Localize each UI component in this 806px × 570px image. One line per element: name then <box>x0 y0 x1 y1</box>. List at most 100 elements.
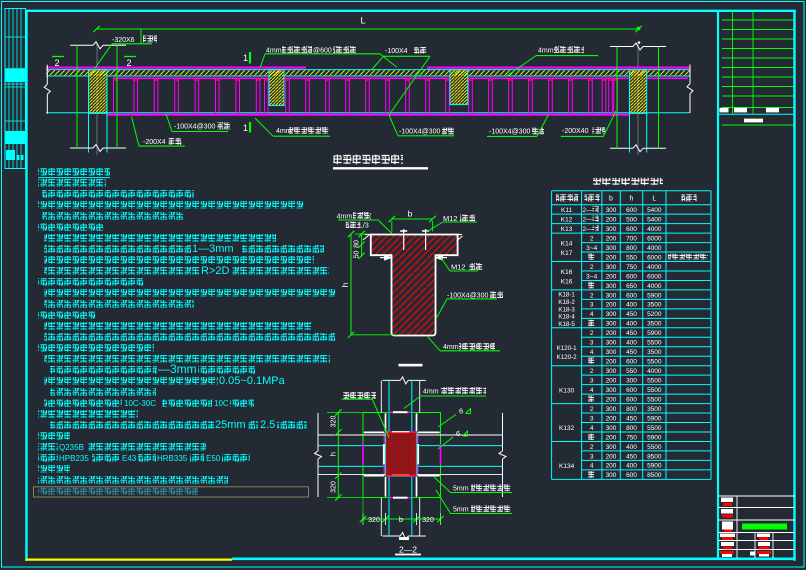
svg-text:5900: 5900 <box>647 463 662 470</box>
svg-text:0.05~0.1MPa: 0.05~0.1MPa <box>219 375 286 387</box>
svg-text:300: 300 <box>606 292 617 299</box>
svg-text:K120-1: K120-1 <box>557 345 578 352</box>
svg-text:2.5: 2.5 <box>260 419 275 431</box>
svg-text:2—: 2— <box>582 226 593 233</box>
svg-text:K18-4: K18-4 <box>558 314 575 321</box>
svg-text:4000: 4000 <box>647 264 662 271</box>
svg-text:5mm: 5mm <box>453 507 469 514</box>
svg-text:K13: K13 <box>561 226 573 233</box>
svg-text:300: 300 <box>606 340 617 347</box>
svg-text:400: 400 <box>626 321 637 328</box>
svg-text:K12: K12 <box>561 217 573 224</box>
svg-text:600: 600 <box>626 387 637 394</box>
svg-text:200: 200 <box>606 453 617 460</box>
svg-text:300: 300 <box>606 207 617 214</box>
svg-text:600: 600 <box>626 472 637 479</box>
svg-text:800: 800 <box>626 406 637 413</box>
svg-text:2: 2 <box>590 444 594 451</box>
svg-text:10C-30C: 10C-30C <box>124 399 156 408</box>
svg-text:6: 6 <box>459 407 463 416</box>
svg-text:b: b <box>609 196 613 203</box>
svg-text:200: 200 <box>606 434 617 441</box>
svg-text:700: 700 <box>626 235 637 242</box>
svg-text:5500: 5500 <box>647 387 662 394</box>
svg-text:L: L <box>652 196 656 203</box>
svg-text:550: 550 <box>626 368 637 375</box>
svg-text:K16: K16 <box>561 269 573 276</box>
svg-text:4: 4 <box>590 387 594 394</box>
svg-text:600: 600 <box>626 226 637 233</box>
svg-text:4000: 4000 <box>647 226 662 233</box>
svg-text:2: 2 <box>127 58 132 68</box>
svg-text:3500: 3500 <box>647 349 662 356</box>
svg-text:2: 2 <box>590 264 594 271</box>
svg-text:200: 200 <box>606 302 617 309</box>
svg-text:320: 320 <box>331 481 338 493</box>
svg-text:320: 320 <box>331 416 338 428</box>
svg-text:500: 500 <box>626 217 637 224</box>
svg-text:200: 200 <box>606 273 617 280</box>
svg-text:6000: 6000 <box>647 273 662 280</box>
svg-text:L: L <box>361 16 366 26</box>
svg-text:400: 400 <box>626 340 637 347</box>
svg-text:750: 750 <box>626 264 637 271</box>
svg-text:h: h <box>329 452 338 456</box>
svg-text:3~4: 3~4 <box>586 273 597 280</box>
svg-text:K11: K11 <box>561 207 572 214</box>
svg-text:4mm: 4mm <box>443 344 459 351</box>
svg-text:1—3mm: 1—3mm <box>192 243 234 255</box>
svg-text:K16: K16 <box>561 278 573 285</box>
svg-text:2: 2 <box>590 406 594 413</box>
svg-text:650: 650 <box>626 283 637 290</box>
svg-text:400: 400 <box>626 463 637 470</box>
svg-text:E43: E43 <box>122 454 137 463</box>
svg-text:K17: K17 <box>561 250 573 257</box>
svg-text:E50: E50 <box>206 454 221 463</box>
svg-text:3500: 3500 <box>647 321 662 328</box>
svg-text:200: 200 <box>606 330 617 337</box>
svg-text:2: 2 <box>590 235 594 242</box>
svg-text:-200X40: -200X40 <box>562 128 589 135</box>
svg-text:—3mm: —3mm <box>158 362 197 376</box>
svg-text:25mm: 25mm <box>215 419 246 431</box>
svg-text:-100X4@300: -100X4@300 <box>174 124 215 131</box>
svg-text:750: 750 <box>626 434 637 441</box>
svg-text:5500: 5500 <box>647 377 662 384</box>
svg-text:HPB235: HPB235 <box>59 454 89 463</box>
svg-text:2: 2 <box>590 292 594 299</box>
svg-text:800: 800 <box>626 245 637 252</box>
svg-text:6000: 6000 <box>647 254 662 261</box>
svg-text:2: 2 <box>55 58 60 68</box>
svg-text:2—: 2— <box>582 217 593 224</box>
svg-text:5500: 5500 <box>647 444 662 451</box>
svg-text:300: 300 <box>606 387 617 394</box>
svg-text:K132: K132 <box>559 425 575 432</box>
svg-text:2: 2 <box>590 368 594 375</box>
svg-text:R>2D: R>2D <box>201 265 229 277</box>
svg-text:200: 200 <box>606 463 617 470</box>
svg-text:5400: 5400 <box>647 207 662 214</box>
svg-text:6000: 6000 <box>647 235 662 242</box>
svg-text:4000: 4000 <box>647 283 662 290</box>
svg-text:4mm: 4mm <box>538 47 554 54</box>
svg-text:50: 50 <box>354 251 361 259</box>
svg-text:K14: K14 <box>561 241 573 248</box>
svg-text:5mm: 5mm <box>453 486 469 493</box>
svg-text:3: 3 <box>590 453 594 460</box>
svg-text:K120-2: K120-2 <box>557 354 578 361</box>
svg-text:4000: 4000 <box>647 245 662 252</box>
svg-text:5900: 5900 <box>647 292 662 299</box>
svg-text:300: 300 <box>606 425 617 432</box>
svg-text:200: 200 <box>606 254 617 261</box>
svg-text:4mm: 4mm <box>423 389 439 396</box>
svg-text:1: 1 <box>243 123 248 133</box>
svg-text:K130: K130 <box>559 387 575 394</box>
svg-text:300: 300 <box>606 349 617 356</box>
svg-text:450: 450 <box>626 415 637 422</box>
svg-text:6: 6 <box>456 429 460 438</box>
svg-text:600: 600 <box>626 359 637 366</box>
svg-text:1: 1 <box>243 53 248 63</box>
svg-text:3: 3 <box>590 415 594 422</box>
svg-text:300: 300 <box>606 321 617 328</box>
svg-text:3500: 3500 <box>647 302 662 309</box>
